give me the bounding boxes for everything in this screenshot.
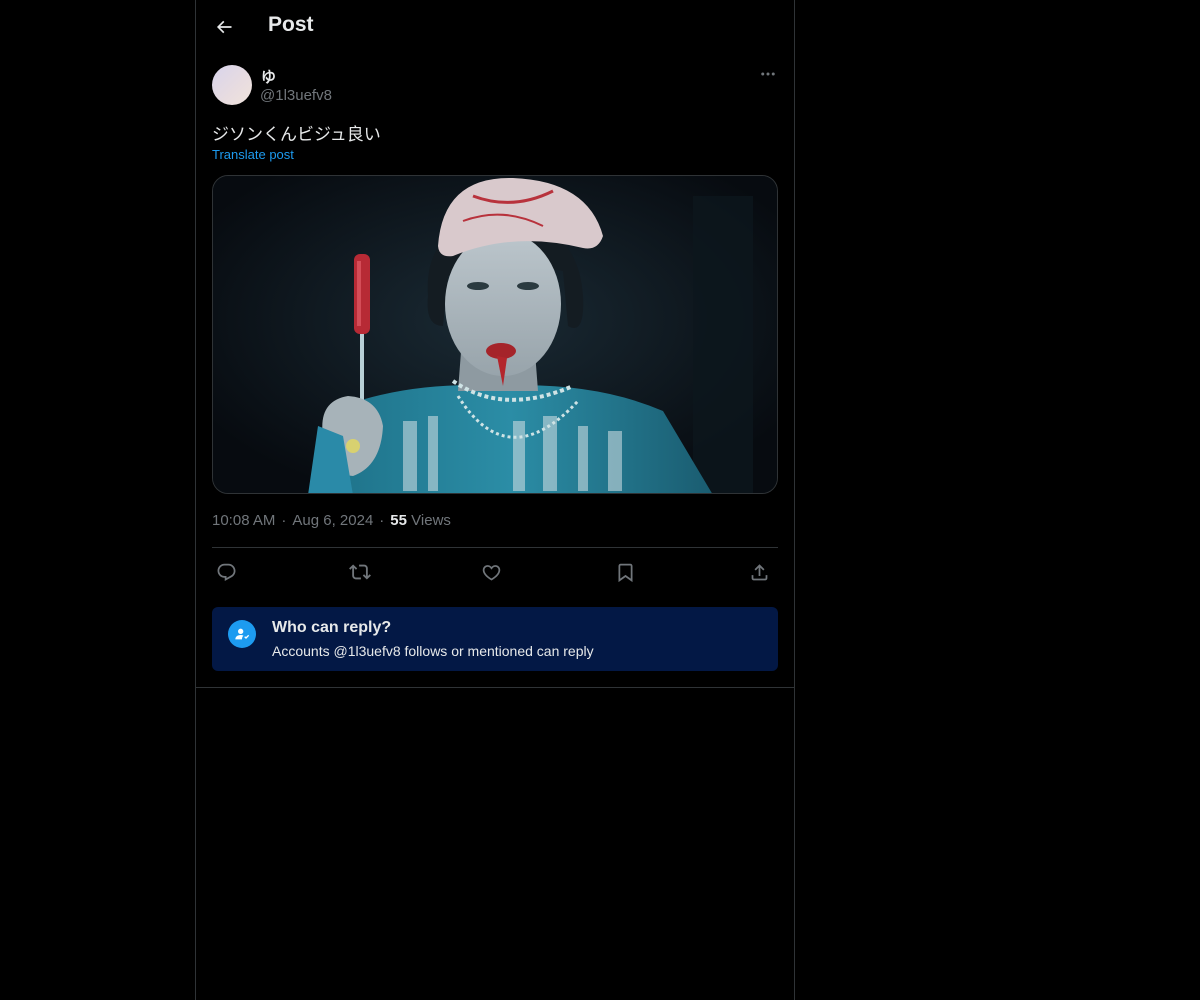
- share-icon: [751, 563, 767, 580]
- media-photo: [213, 176, 777, 493]
- bookmark-icon: [618, 563, 632, 582]
- views-label: Views: [411, 512, 451, 529]
- heart-icon: [482, 564, 500, 581]
- page-title: Post: [268, 13, 314, 36]
- primary-column: Post ゆ @1l3uefv8 ジソンくんビジュ良い Translate po…: [195, 0, 795, 1000]
- share-button[interactable]: [745, 558, 773, 586]
- post-text: ジソンくんビジュ良い: [212, 125, 381, 145]
- author-handle[interactable]: @1l3uefv8: [260, 87, 332, 104]
- meta-separator: ·: [281, 512, 287, 529]
- bookmark-button[interactable]: [611, 558, 639, 586]
- post-media-image[interactable]: [212, 175, 778, 494]
- page-header: Post: [196, 0, 794, 54]
- post-action-bar: [212, 558, 778, 586]
- translate-post-link[interactable]: Translate post: [212, 147, 294, 162]
- meta-separator: ·: [379, 512, 385, 529]
- user-mention-icon: [228, 620, 256, 648]
- author-display-name[interactable]: ゆ: [261, 66, 276, 87]
- post-author: ゆ @1l3uefv8: [212, 64, 778, 108]
- divider: [196, 687, 794, 688]
- like-button[interactable]: [477, 558, 505, 586]
- comment-icon: [217, 563, 235, 581]
- post-time[interactable]: 10:08 AM: [212, 512, 275, 529]
- views-count: 55: [390, 512, 407, 529]
- who-can-reply-subtitle: Accounts @1l3uefv8 follows or mentioned …: [272, 643, 594, 659]
- repost-button[interactable]: [346, 558, 374, 586]
- back-button[interactable]: [206, 9, 242, 45]
- divider: [212, 547, 778, 548]
- more-horizontal-icon: [761, 72, 775, 76]
- post-date[interactable]: Aug 6, 2024: [292, 512, 373, 529]
- who-can-reply-notice: Who can reply? Accounts @1l3uefv8 follow…: [212, 607, 778, 671]
- post-meta: 10:08 AM · Aug 6, 2024 · 55 Views: [212, 512, 451, 529]
- more-options-button[interactable]: [758, 64, 778, 84]
- avatar[interactable]: [212, 65, 252, 105]
- arrow-left-icon: [216, 20, 232, 34]
- repost-icon: [349, 564, 371, 580]
- reply-button[interactable]: [212, 558, 240, 586]
- who-can-reply-title: Who can reply?: [272, 619, 392, 636]
